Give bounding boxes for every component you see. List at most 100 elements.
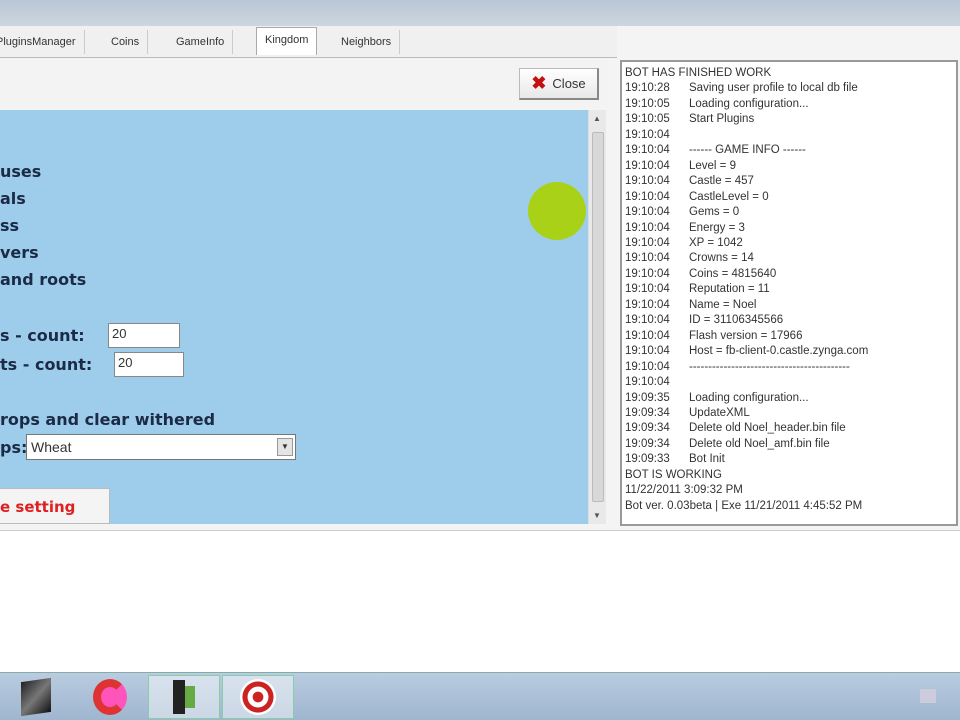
log-line: 19:10:04 ------ GAME INFO ------: [625, 143, 953, 158]
log-line: 19:10:04 Crowns = 14: [625, 251, 953, 266]
log-message: ----------------------------------------…: [689, 360, 850, 373]
log-line: BOT IS WORKING: [625, 468, 953, 483]
log-message: 11/22/2011 3:09:32 PM: [625, 484, 743, 497]
log-time: 19:10:04: [625, 236, 670, 249]
log-message: Start Plugins: [689, 113, 755, 126]
ccleaner-icon[interactable]: [74, 675, 146, 719]
log-message: XP = 1042: [689, 236, 743, 249]
log-line: 19:10:04 --------------------------------…: [625, 360, 953, 375]
chevron-down-icon[interactable]: ▼: [277, 438, 293, 456]
log-line: 19:09:33 Bot Init: [625, 452, 953, 467]
log-time: 19:10:04: [625, 360, 670, 373]
log-message: ------ GAME INFO ------: [689, 144, 806, 157]
log-line: 19:09:34 Delete old Noel_header.bin file: [625, 421, 953, 436]
log-message: Bot Init: [689, 453, 725, 466]
log-line: 19:10:04 Energy = 3: [625, 221, 953, 236]
log-time: 19:10:04: [625, 221, 670, 234]
media-app-icon[interactable]: [0, 675, 72, 719]
crop-value: Wheat: [31, 439, 72, 455]
option-label[interactable]: and roots: [0, 270, 86, 289]
vertical-scrollbar[interactable]: ▲ ▼: [588, 110, 606, 524]
scrollbar-thumb[interactable]: [592, 132, 604, 502]
log-time: 19:09:33: [625, 453, 670, 466]
log-line: 19:10:04: [625, 128, 953, 143]
log-line: 19:10:04 Level = 9: [625, 159, 953, 174]
tab-plugins-manager[interactable]: PluginsManager: [0, 30, 85, 54]
count-label: s - count:: [0, 326, 85, 345]
log-time: 19:09:35: [625, 391, 670, 404]
log-line: 19:09:35 Loading configuration...: [625, 391, 953, 406]
log-time: 19:10:04: [625, 252, 670, 265]
window-title-bar: [0, 0, 960, 26]
log-line: 19:10:04 Host = fb-client-0.castle.zynga.…: [625, 344, 953, 359]
phone-app-icon[interactable]: [148, 675, 220, 719]
log-time: 19:10:04: [625, 314, 670, 327]
tab-kingdom[interactable]: Kingdom: [256, 27, 318, 55]
save-setting-button[interactable]: e setting: [0, 488, 110, 524]
tab-bar: PluginsManager Coins GameInfo Kingdom Ne…: [0, 26, 617, 58]
log-time: 19:09:34: [625, 437, 670, 450]
log-line: 19:10:04: [625, 375, 953, 390]
blank-area: [0, 530, 960, 672]
tab-coins[interactable]: Coins: [103, 30, 149, 54]
scroll-down-icon[interactable]: ▼: [593, 511, 601, 520]
toolbar: ✖ Close: [0, 58, 608, 108]
log-message: Bot ver. 0.03beta | Exe 11/21/2011 4:45:…: [625, 499, 863, 512]
log-message: Energy = 3: [689, 221, 745, 234]
log-line: 19:10:04 XP = 1042: [625, 236, 953, 251]
log-time: 19:10:04: [625, 283, 670, 296]
log-line: 19:10:04 Reputation = 11: [625, 282, 953, 297]
log-time: 19:10:28: [625, 82, 670, 95]
log-time: 19:10:04: [625, 298, 670, 311]
log-time: 19:09:34: [625, 422, 670, 435]
log-message: BOT IS WORKING: [625, 468, 722, 481]
log-line: Bot ver. 0.03beta | Exe 11/21/2011 4:45:…: [625, 499, 953, 514]
log-message: BOT HAS FINISHED WORK: [625, 67, 772, 79]
count-input-1[interactable]: 20: [108, 323, 180, 348]
log-message: ID = 31106345566: [689, 314, 784, 327]
tab-neighbors[interactable]: Neighbors: [333, 30, 401, 54]
log-line: 19:10:28 Saving user profile to local db …: [625, 81, 953, 96]
log-time: 19:10:05: [625, 97, 670, 110]
log-time: 19:10:04: [625, 190, 670, 203]
log-time: 19:10:04: [625, 376, 670, 389]
log-time: 19:09:34: [625, 406, 670, 419]
log-time: 19:10:04: [625, 159, 670, 172]
log-line: 19:10:04 Name = Noel: [625, 298, 953, 313]
log-time: 19:10:04: [625, 175, 670, 188]
log-time: 19:10:04: [625, 345, 670, 358]
log-line: 19:10:04 Gems = 0: [625, 205, 953, 220]
log-time: 19:10:04: [625, 128, 670, 141]
option-label[interactable]: vers: [0, 243, 39, 262]
log-line: 19:10:04 CastleLevel = 0: [625, 190, 953, 205]
log-message: Level = 9: [689, 159, 736, 172]
log-line: 11/22/2011 3:09:32 PM: [625, 483, 953, 498]
count-input-2[interactable]: 20: [114, 352, 184, 377]
show-desktop-button[interactable]: [920, 689, 936, 703]
log-message: Reputation = 11: [689, 283, 770, 296]
log-time: 19:10:04: [625, 329, 670, 342]
log-line: 19:10:05 Start Plugins: [625, 112, 953, 127]
log-list[interactable]: BOT HAS FINISHED WORK 19:10:28 Saving user…: [620, 60, 958, 526]
log-line: 19:10:04 Flash version = 17966: [625, 329, 953, 344]
target-app-icon[interactable]: [222, 675, 294, 719]
option-label[interactable]: als: [0, 189, 26, 208]
log-time: 19:10:04: [625, 144, 670, 157]
log-message: Saving user profile to local db file: [689, 82, 858, 95]
scroll-up-icon[interactable]: ▲: [593, 114, 601, 123]
log-time: 19:10:04: [625, 206, 670, 219]
option-label[interactable]: uses: [0, 162, 41, 181]
close-button[interactable]: ✖ Close: [519, 68, 599, 100]
log-message: Loading configuration...: [689, 97, 809, 110]
count-label: ts - count:: [0, 355, 93, 374]
log-message: CastleLevel = 0: [689, 190, 769, 203]
option-label[interactable]: ss: [0, 216, 19, 235]
log-line: 19:10:05 Loading configuration...: [625, 97, 953, 112]
crop-select[interactable]: Wheat ▼: [26, 434, 296, 460]
close-icon: ✖: [531, 73, 547, 93]
log-line: 19:09:34 Delete old Noel_amf.bin file: [625, 437, 953, 452]
tab-gameinfo[interactable]: GameInfo: [168, 30, 234, 54]
crop-label: ps:: [0, 438, 28, 457]
harvest-option[interactable]: rops and clear withered: [0, 410, 215, 429]
close-label: Close: [552, 76, 586, 91]
